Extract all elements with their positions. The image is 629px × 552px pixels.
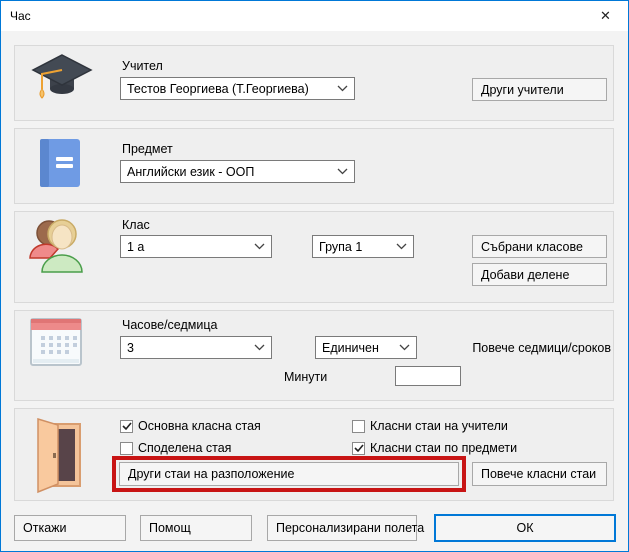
checkbox-shared-room[interactable]: Споделена стая: [120, 441, 231, 455]
close-icon[interactable]: ✕: [583, 1, 628, 31]
minutes-label: Минути: [284, 370, 327, 384]
checkbox-main-classroom[interactable]: Основна класна стая: [120, 419, 261, 433]
chevron-down-icon: [396, 243, 407, 250]
hours-per-week-select[interactable]: 3: [120, 336, 272, 359]
teacher-select[interactable]: Тестов Георгиева (Т.Георгиева): [120, 77, 355, 100]
calendar-icon: [29, 317, 83, 372]
chevron-down-icon: [337, 168, 348, 175]
rooms-section: [14, 408, 614, 501]
lesson-type-value: Единичен: [322, 341, 379, 355]
lesson-dialog: Час ✕ Учител Тестов Георгиева (Т.Георгие…: [0, 0, 629, 552]
dialog-title: Час: [10, 1, 31, 31]
checkbox-subject-classrooms[interactable]: Класни стаи по предмети: [352, 441, 517, 455]
group-select[interactable]: Група 1: [312, 235, 414, 258]
checkbox-label: Класни стаи по предмети: [370, 441, 517, 455]
checkmark-icon: [354, 443, 364, 453]
group-select-value: Група 1: [319, 240, 362, 254]
other-available-rooms-button[interactable]: Други стаи на разположение: [119, 462, 459, 486]
graduation-cap-icon: [29, 51, 93, 118]
subject-label: Предмет: [122, 142, 173, 156]
more-classrooms-button[interactable]: Повече класни стаи: [472, 462, 607, 486]
add-division-button[interactable]: Добави делене: [472, 263, 607, 286]
hours-select-value: 3: [127, 341, 134, 355]
class-label: Клас: [122, 218, 150, 232]
subject-select[interactable]: Английски език - ООП: [120, 160, 355, 183]
checkbox-box: [352, 420, 365, 433]
other-teachers-button[interactable]: Други учители: [472, 78, 607, 101]
lesson-type-select[interactable]: Единичен: [315, 336, 417, 359]
minutes-input[interactable]: [395, 366, 461, 386]
book-icon: [37, 136, 83, 195]
help-button[interactable]: Помощ: [140, 515, 252, 541]
subject-select-value: Английски език - ООП: [127, 165, 254, 179]
checkbox-box: [352, 442, 365, 455]
checkbox-label: Споделена стая: [138, 441, 231, 455]
hours-per-week-label: Часове/седмица: [122, 318, 217, 332]
custom-fields-button[interactable]: Персонализирани полета: [267, 515, 417, 541]
checkbox-box: [120, 442, 133, 455]
students-icon: [27, 216, 89, 285]
class-select[interactable]: 1 а: [120, 235, 272, 258]
more-weeks-terms-link[interactable]: Повече седмици/сроков: [441, 341, 611, 355]
cancel-button[interactable]: Откажи: [14, 515, 126, 541]
chevron-down-icon: [399, 344, 410, 351]
joined-classes-button[interactable]: Събрани класове: [472, 235, 607, 258]
ok-button[interactable]: ОК: [434, 514, 616, 542]
chevron-down-icon: [254, 344, 265, 351]
checkbox-teacher-classrooms[interactable]: Класни стаи на учители: [352, 419, 508, 433]
door-icon: [29, 415, 85, 502]
checkbox-box: [120, 420, 133, 433]
chevron-down-icon: [254, 243, 265, 250]
checkbox-label: Класни стаи на учители: [370, 419, 508, 433]
chevron-down-icon: [337, 85, 348, 92]
checkbox-label: Основна класна стая: [138, 419, 261, 433]
title-bar: Час ✕: [1, 1, 628, 31]
teacher-select-value: Тестов Георгиева (Т.Георгиева): [127, 82, 309, 96]
hours-section: [14, 310, 614, 401]
teacher-label: Учител: [122, 59, 163, 73]
class-select-value: 1 а: [127, 240, 144, 254]
checkmark-icon: [122, 421, 132, 431]
